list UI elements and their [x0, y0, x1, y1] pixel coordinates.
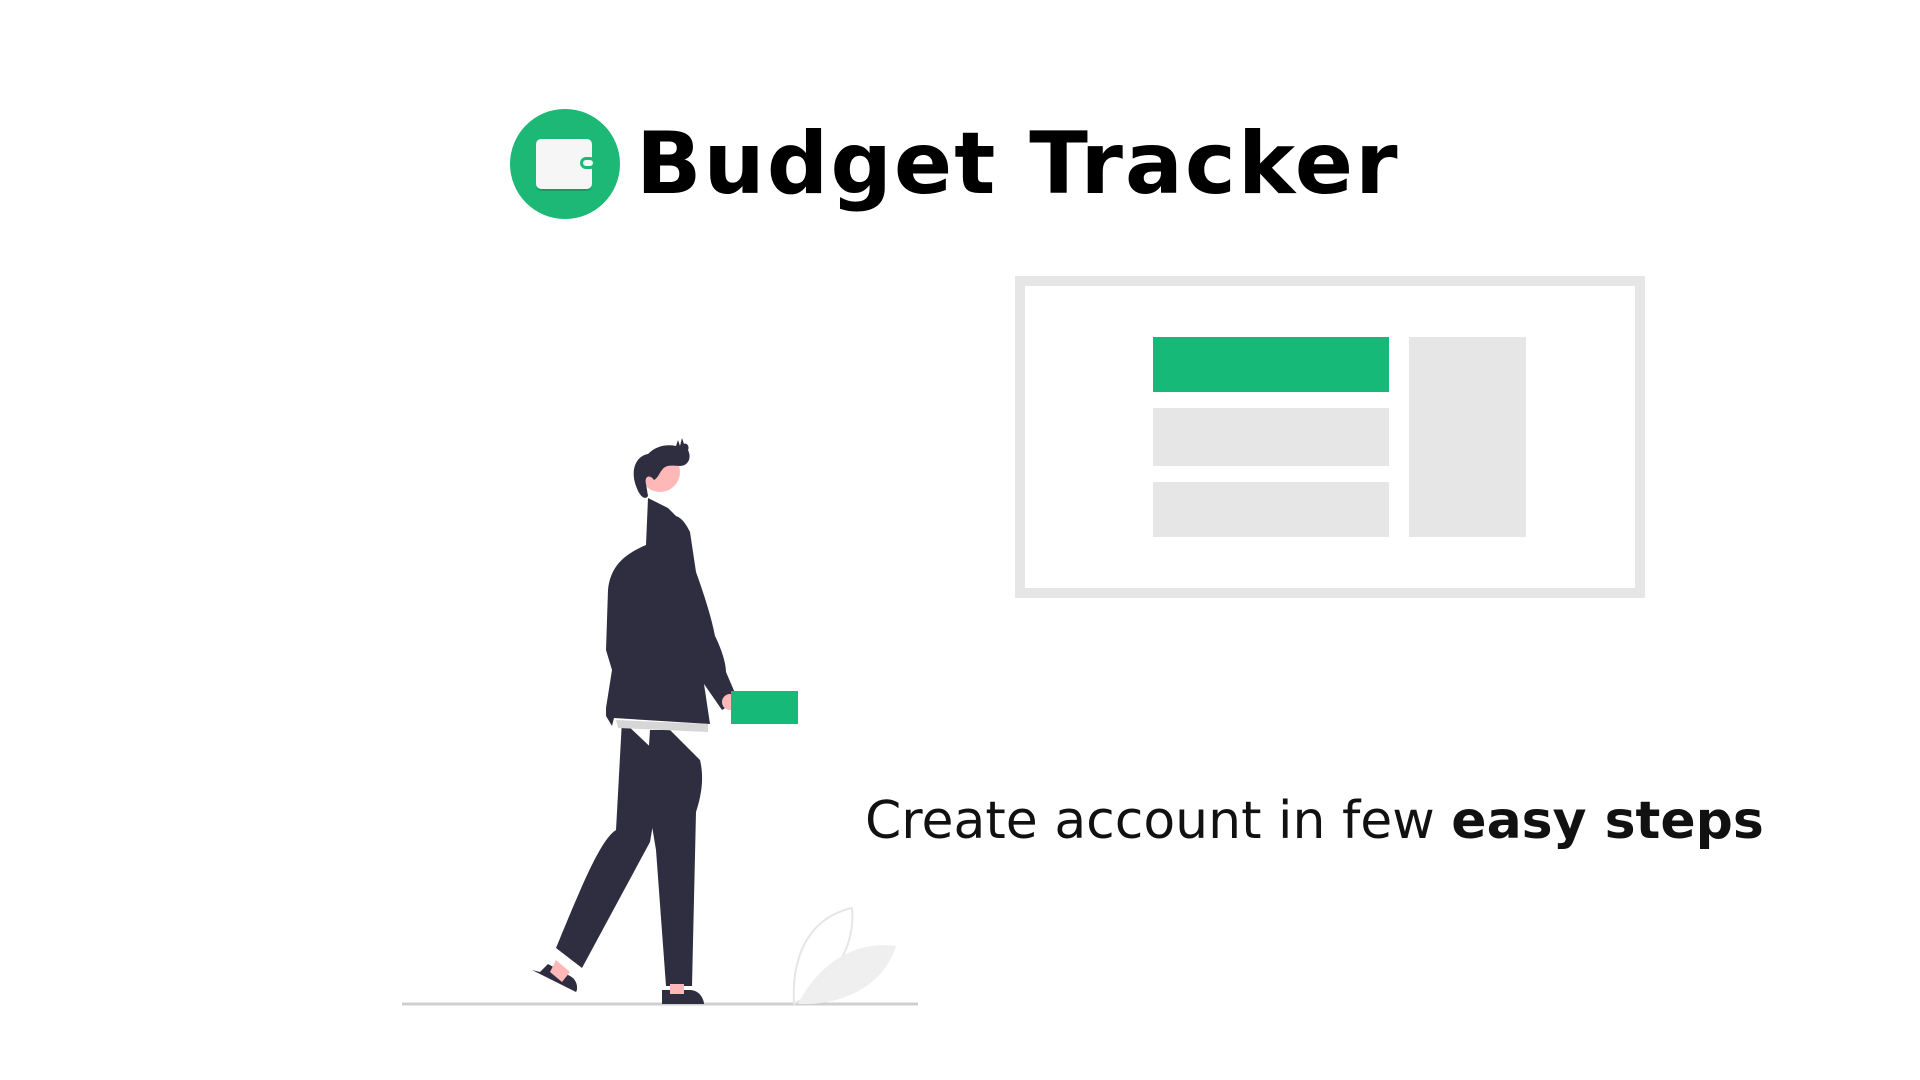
mock-highlight-bar — [1153, 337, 1389, 392]
mock-side-panel — [1409, 337, 1526, 537]
dashboard-mock-illustration — [1015, 276, 1645, 598]
app-title: Budget Tracker — [636, 114, 1400, 214]
walking-person-illustration — [402, 438, 918, 1006]
wallet-icon — [510, 109, 620, 219]
tagline: Create account in few easy steps — [865, 790, 1764, 852]
card-illustration — [731, 691, 798, 724]
mock-row-1 — [1153, 408, 1389, 466]
tagline-text: Create account in few — [865, 791, 1452, 851]
mock-row-2 — [1153, 482, 1389, 537]
plant-icon — [792, 906, 896, 1006]
brand-header: Budget Tracker — [510, 108, 1400, 220]
tagline-emphasis: easy steps — [1451, 791, 1764, 851]
